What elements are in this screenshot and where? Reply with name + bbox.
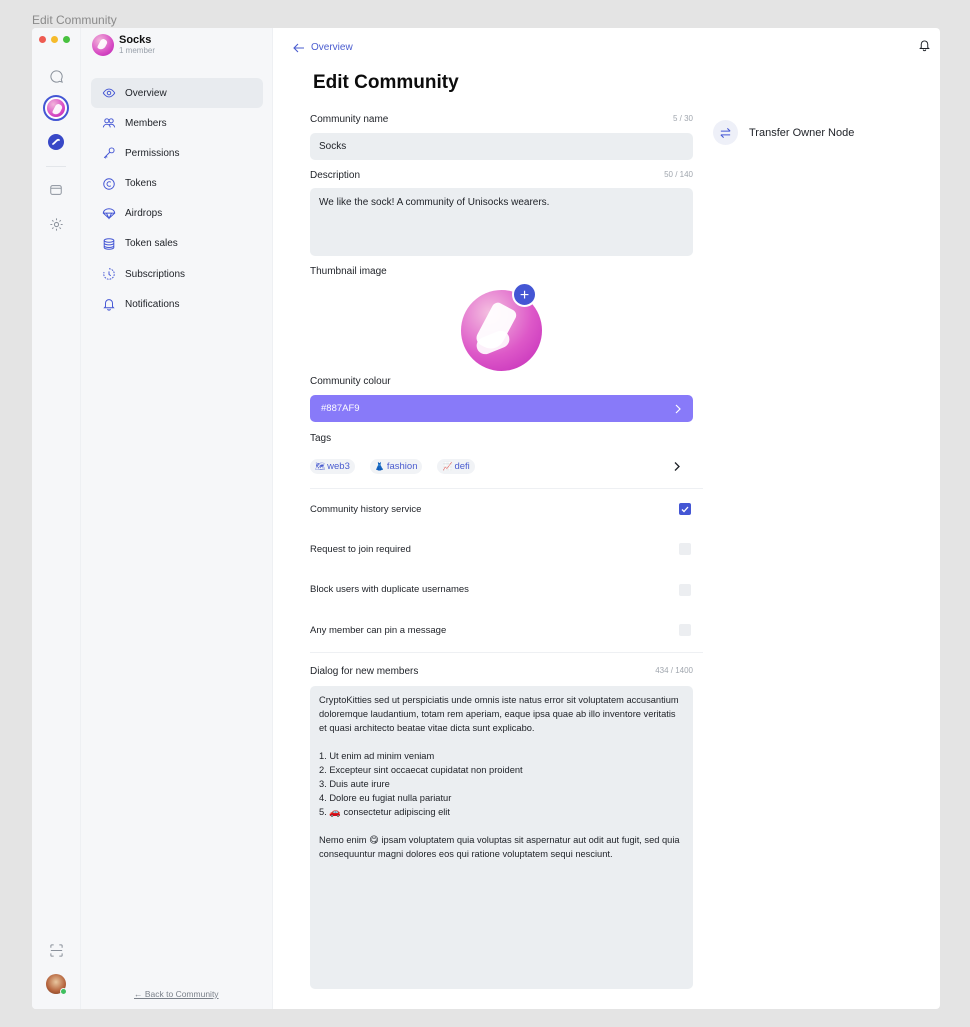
colour-value: #887AF9 (321, 403, 360, 414)
nav-item-label: Members (125, 117, 167, 129)
dialog-textarea[interactable]: CryptoKitties sed ut perspiciatis unde o… (310, 686, 693, 990)
community-name: Socks (119, 34, 152, 46)
nav-item-label: Permissions (125, 147, 180, 159)
window-controls (39, 36, 70, 43)
nav-item-label: Airdrops (125, 208, 163, 220)
nav-item-label: Token sales (125, 238, 178, 250)
settings-nav: Overview Members Permissions Tokens Aird… (91, 78, 263, 320)
pin-message-checkbox[interactable] (679, 624, 691, 637)
toggle-request-to-join[interactable]: Request to join required (310, 529, 693, 569)
nav-item-permissions[interactable]: Permissions (91, 138, 263, 168)
bell-icon (103, 299, 115, 311)
maximize-window-button[interactable] (63, 36, 70, 43)
breadcrumb-label: Overview (311, 42, 353, 53)
dress-icon: 👗 (374, 461, 385, 471)
dialog-text: CryptoKitties sed ut perspiciatis unde o… (319, 695, 680, 860)
page-title: Edit Community (313, 72, 459, 93)
icon-rail (32, 28, 81, 1009)
nav-item-overview[interactable]: Overview (91, 78, 263, 108)
window-title: Edit Community (32, 13, 117, 27)
community-blue-avatar[interactable] (44, 130, 68, 154)
toggle-label: Block users with duplicate usernames (310, 584, 469, 596)
block-duplicates-checkbox[interactable] (679, 583, 691, 596)
community-name-counter: 5 / 30 (672, 114, 693, 123)
swap-arrows-icon (713, 120, 738, 145)
nav-item-label: Subscriptions (125, 268, 186, 280)
map-icon: 🗺 (315, 461, 326, 471)
add-thumbnail-plus-icon[interactable]: + (512, 282, 537, 307)
chart-icon: 📈 (442, 461, 453, 471)
arrow-left-icon (293, 43, 304, 52)
member-count: 1 member (119, 46, 156, 55)
community-avatar (92, 34, 114, 56)
description-label: Description (310, 170, 361, 181)
nav-item-label: Tokens (125, 178, 157, 190)
nav-item-subscriptions[interactable]: Subscriptions (91, 259, 263, 289)
nav-item-label: Notifications (125, 298, 180, 310)
community-name-label: Community name (310, 114, 389, 125)
transfer-owner-node-button[interactable]: Transfer Owner Node (713, 120, 854, 145)
breadcrumb-back[interactable]: Overview (293, 42, 353, 53)
clock-refresh-icon (103, 268, 115, 280)
community-name-input[interactable]: Socks (310, 133, 693, 160)
nav-item-token-sales[interactable]: Token sales (91, 229, 263, 259)
edit-community-form: Community name 5 / 30 Socks Description … (310, 114, 703, 990)
tag-defi[interactable]: 📈 defi (437, 458, 475, 474)
tags-chevron-right-icon[interactable] (673, 461, 681, 472)
wallet-icon[interactable] (44, 178, 68, 202)
main-panel: Overview Edit Community Community name 5… (273, 28, 940, 1009)
eye-icon (102, 88, 116, 98)
close-window-button[interactable] (39, 36, 46, 43)
notifications-bell-icon[interactable] (918, 38, 931, 57)
chevron-right-icon (675, 404, 681, 413)
coins-icon (103, 238, 115, 250)
minimize-window-button[interactable] (51, 36, 58, 43)
nav-item-notifications[interactable]: Notifications (91, 289, 263, 319)
request-to-join-checkbox[interactable] (679, 543, 691, 556)
chat-icon[interactable] (44, 64, 68, 88)
thumbnail-picker: + (310, 280, 693, 376)
toggle-label: Community history service (310, 503, 422, 515)
token-icon (103, 177, 115, 190)
tag-fashion[interactable]: 👗 fashion (369, 458, 423, 474)
transfer-owner-node-label: Transfer Owner Node (749, 126, 855, 139)
thumbnail-label: Thumbnail image (310, 266, 387, 277)
community-colour-label: Community colour (310, 376, 391, 387)
toggle-history-service[interactable]: Community history service (310, 489, 693, 529)
community-header[interactable]: Socks 1 member (92, 34, 155, 56)
community-colour-picker[interactable]: #887AF9 (310, 395, 693, 422)
online-status-icon (60, 988, 67, 995)
description-textarea[interactable]: We like the sock! A community of Unisock… (310, 188, 693, 256)
community-socks-avatar[interactable] (43, 95, 69, 121)
parachute-icon (102, 208, 116, 220)
toggle-pin-message[interactable]: Any member can pin a message (310, 610, 693, 650)
community-sidebar: Socks 1 member Overview Members Permissi… (81, 28, 273, 1009)
tags-list: 🗺 web3 👗 fashion 📈 defi (310, 456, 693, 476)
tag-web3[interactable]: 🗺 web3 (310, 458, 355, 474)
description-counter: 50 / 140 (664, 170, 693, 179)
dialog-label: Dialog for new members (310, 666, 419, 678)
history-service-checkbox[interactable] (679, 503, 691, 516)
dialog-counter: 434 / 1400 (655, 666, 693, 676)
members-icon (102, 118, 116, 128)
nav-item-airdrops[interactable]: Airdrops (91, 199, 263, 229)
nav-item-members[interactable]: Members (91, 108, 263, 138)
settings-gear-icon[interactable] (44, 212, 68, 236)
tags-label: Tags (310, 433, 332, 444)
back-to-community-link[interactable]: ← Back to Community (134, 989, 219, 999)
nav-item-tokens[interactable]: Tokens (91, 169, 263, 199)
scan-qr-icon[interactable] (44, 938, 68, 962)
key-icon (103, 147, 115, 160)
user-avatar[interactable] (44, 972, 68, 996)
toggle-block-duplicate-usernames[interactable]: Block users with duplicate usernames (310, 570, 693, 610)
app-window: Socks 1 member Overview Members Permissi… (32, 28, 940, 1009)
toggle-label: Any member can pin a message (310, 624, 447, 636)
nav-item-label: Overview (125, 87, 167, 99)
toggle-label: Request to join required (310, 543, 411, 555)
